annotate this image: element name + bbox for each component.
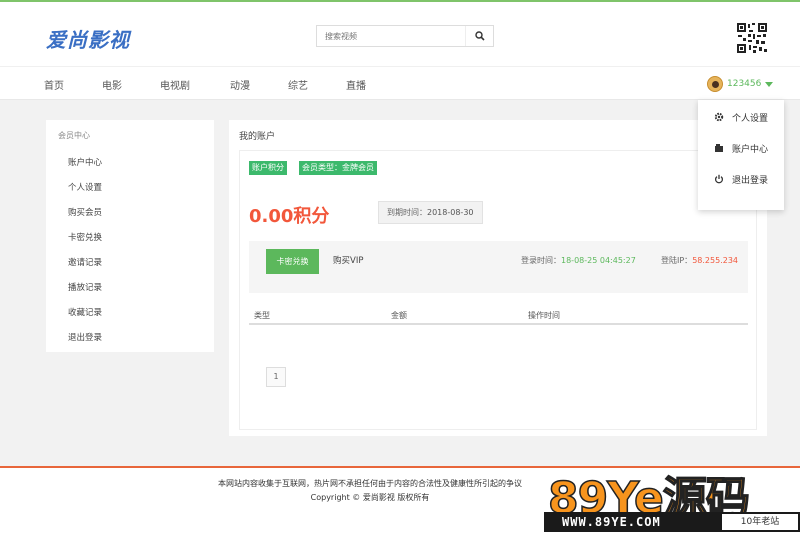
dropdown-item-label: 账户中心	[732, 144, 769, 155]
watermark-logo: 89Ye源码 WWW.89YE.COM 10年老站	[544, 460, 800, 535]
column-header-time: 操作时间	[528, 311, 560, 320]
member-type-badge: 会员类型：金牌会员	[299, 161, 377, 175]
site-header: 爱尚影视	[0, 2, 800, 66]
page-title: 我的账户	[239, 132, 276, 142]
avatar	[707, 76, 723, 92]
sidebar-item-account-center[interactable]: 账户中心	[68, 156, 102, 168]
column-header-amount: 金额	[391, 311, 407, 320]
search-input[interactable]	[317, 26, 467, 46]
pagination-page[interactable]: 1	[266, 367, 286, 387]
column-header-type: 类型	[254, 311, 270, 320]
login-time: 登录时间：18-08-25 04:45:27	[521, 255, 636, 266]
sidebar-item-favorites[interactable]: 收藏记录	[68, 306, 102, 318]
nav-item-anime[interactable]: 动漫	[230, 77, 250, 92]
login-ip-label: 登陆IP：	[661, 256, 693, 265]
watermark-bar: WWW.89YE.COM 10年老站	[544, 512, 800, 532]
search-button[interactable]	[465, 26, 493, 46]
chevron-down-icon	[765, 81, 774, 87]
nav-item-movies[interactable]: 电影	[102, 77, 122, 92]
search-icon	[474, 31, 485, 41]
user-menu-toggle[interactable]: 123456	[707, 75, 774, 93]
points-value: 0.00积分	[249, 206, 330, 227]
watermark-url: WWW.89YE.COM	[562, 515, 661, 529]
user-dropdown-menu: 个人设置 账户中心 退出登录	[698, 100, 784, 210]
member-sidebar: 会员中心 账户中心 个人设置 购买会员 卡密兑换 邀请记录 播放记录 收藏记录 …	[46, 120, 214, 352]
action-bar: 卡密兑换 购买VIP 登录时间：18-08-25 04:45:27 登陆IP：5…	[249, 241, 748, 293]
sidebar-item-settings[interactable]: 个人设置	[68, 181, 102, 193]
sidebar-title: 会员中心	[58, 131, 90, 140]
account-icon	[714, 143, 724, 153]
account-card: 账户积分 会员类型：金牌会员 0.00积分 到期时间：2018-08-30 卡密…	[239, 150, 757, 430]
sidebar-item-play-history[interactable]: 播放记录	[68, 281, 102, 293]
records-table-header: 类型 金额 操作时间	[249, 305, 748, 325]
dropdown-item-logout[interactable]: 退出登录	[698, 164, 784, 194]
gear-icon	[714, 112, 724, 122]
expiry-value: 2018-08-30	[427, 208, 474, 217]
expiry-box: 到期时间：2018-08-30	[378, 201, 483, 224]
login-time-value: 18-08-25 04:45:27	[561, 256, 636, 265]
nav-item-variety[interactable]: 综艺	[288, 77, 308, 92]
points-badge: 账户积分	[249, 161, 287, 175]
sidebar-item-buy-membership[interactable]: 购买会员	[68, 206, 102, 218]
sidebar-item-logout[interactable]: 退出登录	[68, 331, 102, 343]
nav-item-home[interactable]: 首页	[44, 77, 64, 92]
sidebar-item-card-redeem[interactable]: 卡密兑换	[68, 231, 102, 243]
sidebar-item-invite-records[interactable]: 邀请记录	[68, 256, 102, 268]
power-icon	[714, 174, 724, 184]
dropdown-item-settings[interactable]: 个人设置	[698, 102, 784, 132]
expiry-label: 到期时间：	[387, 208, 427, 217]
watermark-tag: 10年老站	[722, 514, 798, 530]
username: 123456	[727, 79, 762, 89]
login-ip: 登陆IP：58.255.234	[661, 255, 738, 266]
site-logo[interactable]: 爱尚影视	[46, 24, 130, 53]
dropdown-item-account[interactable]: 账户中心	[698, 133, 784, 163]
login-time-label: 登录时间：	[521, 256, 561, 265]
redeem-card-button[interactable]: 卡密兑换	[266, 249, 319, 274]
login-ip-value: 58.255.234	[692, 256, 738, 265]
buy-vip-button[interactable]: 购买VIP	[333, 249, 363, 274]
nav-item-live[interactable]: 直播	[346, 77, 366, 92]
account-panel: 我的账户 账户积分 会员类型：金牌会员 0.00积分 到期时间：2018-08-…	[229, 120, 767, 436]
dropdown-item-label: 退出登录	[732, 175, 769, 186]
main-nav: 首页 电影 电视剧 动漫 综艺 直播 123456	[0, 66, 800, 100]
search-box	[316, 25, 494, 47]
nav-item-tv[interactable]: 电视剧	[160, 77, 190, 92]
dropdown-item-label: 个人设置	[732, 113, 769, 124]
qr-code-image	[736, 22, 768, 54]
